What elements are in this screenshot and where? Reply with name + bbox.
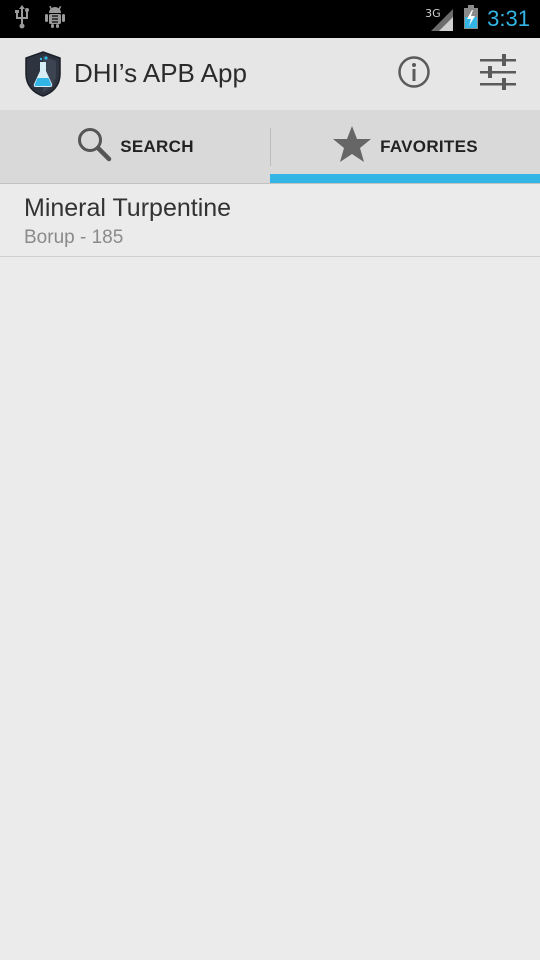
app-logo-icon (22, 50, 64, 98)
favorites-list: Mineral Turpentine Borup - 185 (0, 184, 540, 257)
app-title: DHI’s APB App (74, 58, 247, 88)
tab-search-label: SEARCH (120, 136, 194, 156)
search-icon (76, 126, 112, 167)
list-item-subtitle: Borup - 185 (24, 227, 124, 248)
tab-favorites[interactable]: FAVORITES (270, 110, 540, 183)
settings-button[interactable] (474, 52, 522, 96)
info-button[interactable] (390, 52, 438, 96)
signal-indicator: 3G (425, 5, 455, 33)
action-bar: DHI’s APB App (0, 38, 540, 111)
clock: 3:31 (487, 6, 530, 31)
info-icon (397, 55, 431, 94)
tab-search[interactable]: SEARCH (0, 110, 270, 183)
battery-charging-icon (463, 4, 479, 35)
star-icon (332, 125, 372, 168)
list-item-title: Mineral Turpentine (24, 194, 232, 222)
usb-icon (14, 4, 30, 34)
tab-favorites-label: FAVORITES (380, 136, 478, 156)
status-system: 3G 3:31 (425, 0, 530, 38)
tab-bar: SEARCH FAVORITES (0, 110, 540, 184)
tab-selected-indicator (270, 174, 540, 183)
status-notifications (14, 0, 66, 38)
settings-sliders-icon (478, 53, 518, 96)
list-item[interactable]: Mineral Turpentine Borup - 185 (0, 184, 540, 257)
android-debug-icon (44, 5, 66, 34)
status-bar: 3G 3:31 (0, 0, 540, 38)
